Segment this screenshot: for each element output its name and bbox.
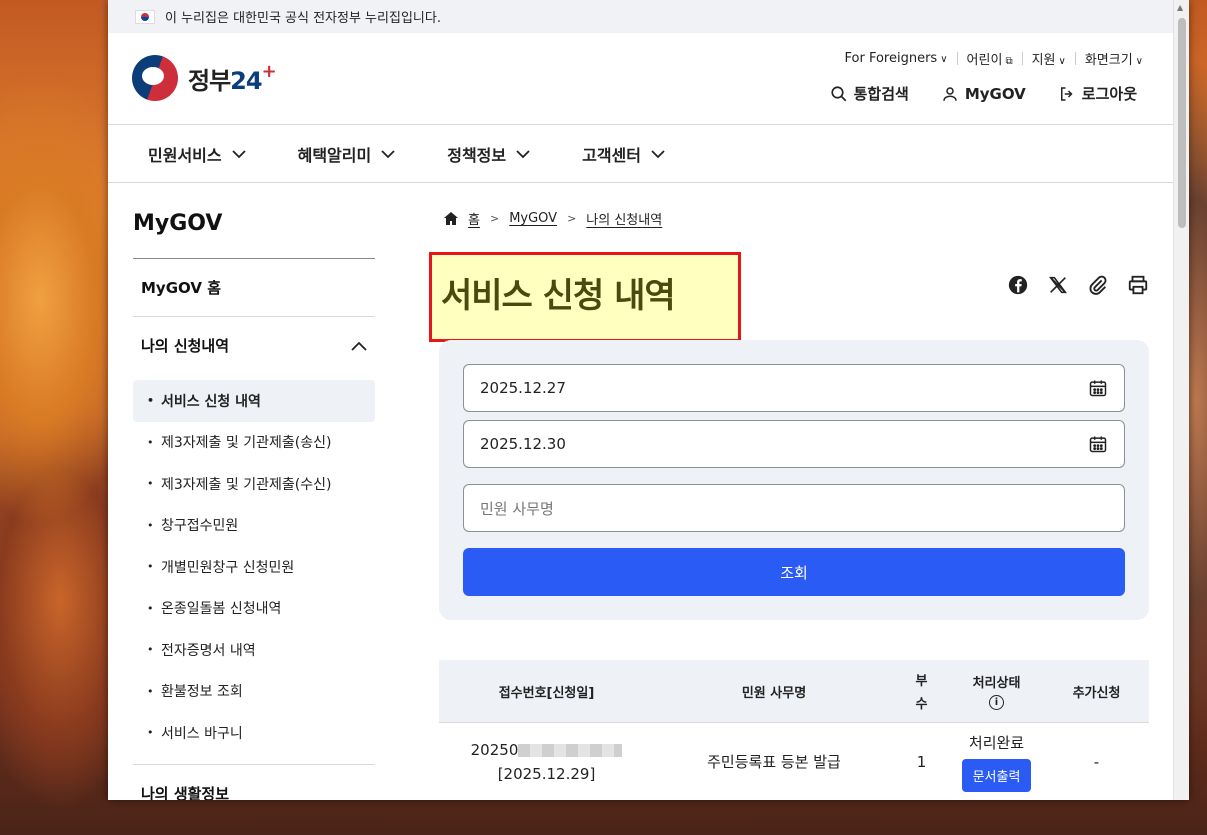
search-icon [831, 85, 846, 101]
cell-status: 처리완료 문서출력 [949, 732, 1044, 792]
calendar-icon[interactable] [1088, 434, 1108, 454]
facebook-icon[interactable] [1007, 274, 1029, 296]
share-tools [1007, 274, 1149, 296]
utility-links: For Foreigners ∨ 어린이 ⧉ 지원 ∨ 화면크기 ∨ [845, 49, 1143, 68]
lnb-item-service-basket[interactable]: 서비스 바구니 [133, 712, 375, 754]
chevron-up-icon [351, 341, 367, 351]
chevron-right-icon: > [489, 212, 500, 225]
lnb-item-all-day-care[interactable]: 온종일돌봄 신청내역 [133, 588, 375, 630]
page-scrollbar[interactable]: ▲ [1173, 0, 1189, 800]
lnb-item-individual-counter[interactable]: 개별민원창구 신청민원 [133, 546, 375, 588]
print-icon[interactable] [1127, 274, 1149, 296]
lnb-item-e-certificates[interactable]: 전자증명서 내역 [133, 629, 375, 671]
main-navigation: 민원서비스 혜택알리미 정책정보 고객센터 [108, 126, 1173, 183]
korea-flag-icon [135, 9, 155, 24]
print-document-button[interactable]: 문서출력 [961, 758, 1032, 792]
lnb-my-life-info[interactable]: 나의 생활정보 [133, 765, 375, 801]
redacted-receipt-number [518, 743, 623, 757]
search-button[interactable]: 조회 [463, 548, 1125, 596]
lnb-title: MyGOV [133, 211, 375, 259]
logo-text: 정부24+ [188, 60, 277, 95]
info-icon[interactable]: i [989, 695, 1004, 710]
util-children[interactable]: 어린이 ⧉ [967, 49, 1013, 68]
chevron-down-icon [516, 150, 530, 159]
page-title: 서비스 신청 내역 [441, 276, 676, 316]
logout-icon [1060, 86, 1073, 101]
scroll-thumb[interactable] [1178, 18, 1186, 228]
header-actions: 통합검색 MyGOV 로그아웃 [830, 83, 1137, 104]
home-icon [444, 212, 458, 225]
table-header: 접수번호[신청일] 민원 사무명 부수 처리상태 i 추가신청 [439, 660, 1149, 722]
cell-extra: - [1093, 752, 1100, 771]
results-table: 접수번호[신청일] 민원 사무명 부수 처리상태 i 추가신청 20250 [2… [439, 660, 1149, 800]
mygov-button[interactable]: MyGOV [941, 83, 1026, 104]
header-status: 처리상태 i [972, 676, 1021, 710]
header-receipt: 접수번호[신청일] [498, 685, 595, 701]
calendar-icon[interactable] [1088, 378, 1108, 398]
scroll-up-icon[interactable]: ▲ [1177, 3, 1183, 13]
gov-banner-text: 이 누리집은 대한민국 공식 전자정부 누리집입니다. [165, 11, 441, 26]
browser-window: 이 누리집은 대한민국 공식 전자정부 누리집입니다. 정부24+ For Fo… [108, 0, 1189, 800]
paperclip-link-icon[interactable] [1087, 274, 1109, 296]
chevron-down-icon [231, 150, 246, 159]
logout-button[interactable]: 로그아웃 [1058, 83, 1137, 104]
chevron-down-icon: ∨ [1058, 56, 1066, 67]
cell-receipt: 20250 [2025.12.29] [439, 738, 654, 786]
breadcrumb-mygov[interactable]: MyGOV [509, 211, 557, 226]
chevron-down-icon [651, 150, 665, 159]
start-date-input[interactable]: 2025.12.27 [463, 364, 1125, 412]
chevron-down-icon [381, 150, 395, 159]
cell-count: 1 [916, 752, 927, 771]
user-icon [943, 86, 957, 101]
breadcrumb-my-applications[interactable]: 나의 신청내역 [586, 209, 662, 228]
gnb-benefits[interactable]: 혜택알리미 [298, 142, 396, 166]
breadcrumb: 홈 > MyGOV > 나의 신청내역 [444, 209, 662, 228]
util-for-foreigners[interactable]: For Foreigners ∨ [845, 51, 948, 66]
chevron-right-icon: > [567, 212, 577, 225]
util-support[interactable]: 지원 ∨ [1032, 49, 1066, 68]
site-logo[interactable]: 정부24+ [132, 55, 277, 101]
lnb-item-refund-info[interactable]: 환불정보 조회 [133, 671, 375, 713]
lnb-item-counter-applications[interactable]: 창구접수민원 [133, 505, 375, 547]
x-twitter-icon[interactable] [1047, 274, 1069, 296]
page-title-highlight: 서비스 신청 내역 [429, 252, 741, 342]
lnb-my-applications[interactable]: 나의 신청내역 [133, 317, 375, 374]
lnb-item-third-party-received[interactable]: 제3자제출 및 기관제출(수신) [133, 463, 375, 505]
gnb-civil-service[interactable]: 민원서비스 [148, 142, 246, 166]
gnb-policy[interactable]: 정책정보 [447, 142, 530, 166]
header-service: 민원 사무명 [741, 685, 807, 701]
lnb-item-third-party-sent[interactable]: 제3자제출 및 기관제출(송신) [133, 422, 375, 464]
site-header: 정부24+ For Foreigners ∨ 어린이 ⧉ 지원 ∨ 화면크기 ∨ 통합검… [108, 33, 1173, 125]
chevron-down-icon: ∨ [940, 54, 948, 65]
gnb-customer-center[interactable]: 고객센터 [582, 142, 665, 166]
search-panel: 2025.12.27 2025.12.30 민원 사무명 조회 [439, 340, 1149, 620]
table-row: 20250 [2025.12.29] 주민등록표 등본 발급 1 처리완료 문서… [439, 722, 1149, 800]
util-font-size[interactable]: 화면크기 ∨ [1085, 49, 1143, 68]
gov-emblem-icon [132, 55, 178, 101]
end-date-input[interactable]: 2025.12.30 [463, 420, 1125, 468]
cell-service: 주민등록표 등본 발급 [707, 753, 841, 771]
side-navigation: MyGOV MyGOV 홈 나의 신청내역 서비스 신청 내역 제3자제출 및 … [133, 183, 375, 800]
gov-banner: 이 누리집은 대한민국 공식 전자정부 누리집입니다. [108, 0, 1173, 33]
chevron-down-icon: ∨ [1135, 56, 1143, 67]
lnb-submenu: 서비스 신청 내역 제3자제출 및 기관제출(송신) 제3자제출 및 기관제출(… [133, 374, 375, 765]
breadcrumb-home[interactable]: 홈 [468, 209, 480, 228]
lnb-item-service-applications[interactable]: 서비스 신청 내역 [133, 380, 375, 422]
lnb-mygov-home[interactable]: MyGOV 홈 [133, 259, 375, 317]
service-name-input[interactable]: 민원 사무명 [463, 484, 1125, 532]
integrated-search-button[interactable]: 통합검색 [830, 83, 909, 104]
header-count: 부수 [915, 674, 928, 712]
header-extra: 추가신청 [1072, 685, 1121, 701]
external-link-icon: ⧉ [1005, 56, 1013, 67]
